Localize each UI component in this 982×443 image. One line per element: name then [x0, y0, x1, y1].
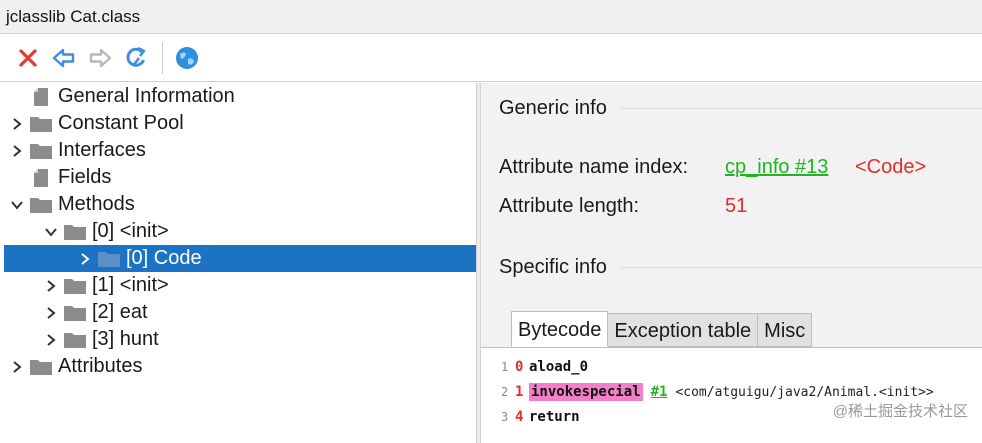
tree-item-1-init[interactable]: [1] <init> [0, 272, 476, 299]
chevron-down-icon[interactable] [6, 191, 28, 218]
chevron-right-icon[interactable] [40, 272, 62, 299]
chevron-right-icon[interactable] [40, 299, 62, 326]
method-reference-comment: <com/atguigu/java2/Animal.<init>> [675, 384, 934, 400]
arrow-left-icon [52, 48, 75, 67]
bytecode-line: 1 0 aload_0 [501, 355, 588, 379]
specific-info-tabs: Bytecode Exception table Misc [511, 311, 813, 347]
folder-icon [28, 110, 54, 137]
close-x-icon [19, 48, 37, 67]
tree-item-label: Interfaces [58, 139, 146, 161]
bytecode-offset: 1 [515, 384, 524, 400]
generic-info-divider [621, 108, 982, 109]
constant-pool-link[interactable]: #1 [651, 384, 668, 400]
tree-item-general-information[interactable]: General Information [0, 83, 476, 110]
specific-info-title: Specific info [499, 256, 607, 278]
attribute-name-index-link[interactable]: cp_info #13 [725, 156, 828, 179]
tree-item-0-code[interactable]: [0] Code [4, 245, 476, 272]
toolbar [0, 34, 982, 82]
tab-bytecode[interactable]: Bytecode [511, 311, 609, 347]
back-button[interactable] [46, 38, 82, 78]
bytecode-offset: 4 [515, 409, 524, 425]
tree-item-fields[interactable]: Fields [0, 164, 476, 191]
refresh-icon [126, 46, 146, 67]
attribute-name-index-label: Attribute name index: [499, 156, 688, 178]
tree-item-label: [3] hunt [92, 328, 159, 350]
tree-item-3-hunt[interactable]: [3] hunt [0, 326, 476, 353]
folder-icon [96, 245, 122, 272]
line-number: 3 [501, 410, 509, 424]
globe-icon [176, 46, 198, 69]
folder-icon [28, 191, 54, 218]
tree-item-attributes[interactable]: Attributes [0, 353, 476, 380]
folder-icon [62, 326, 88, 353]
chevron-right-icon[interactable] [6, 137, 28, 164]
reload-button[interactable] [118, 38, 154, 78]
close-button[interactable] [10, 38, 46, 78]
watermark: @稀土掘金技术社区 [832, 403, 968, 420]
detail-panel: Generic info Attribute name index: cp_in… [481, 83, 982, 443]
tree-item-label: [0] Code [126, 247, 202, 269]
tree-item-2-eat[interactable]: [2] eat [0, 299, 476, 326]
line-number: 2 [501, 385, 509, 399]
bytecode-offset: 0 [515, 359, 524, 375]
tree-item-label: Constant Pool [58, 112, 184, 134]
folder-icon [62, 218, 88, 245]
forward-button[interactable] [82, 38, 118, 78]
tree-item-0-init[interactable]: [0] <init> [0, 218, 476, 245]
chevron-right-icon[interactable] [6, 353, 28, 380]
bytecode-line: 3 4 return [501, 405, 580, 429]
tab-misc[interactable]: Misc [758, 313, 813, 347]
window-title: jclasslib Cat.class [0, 0, 982, 34]
line-number: 1 [501, 360, 509, 374]
tree-item-label: Fields [58, 166, 112, 188]
tree-item-label: [2] eat [92, 301, 148, 323]
document-icon [28, 164, 54, 191]
chevron-right-icon[interactable] [74, 245, 96, 272]
no-expander [6, 164, 28, 191]
folder-icon [28, 353, 54, 380]
folder-icon [62, 299, 88, 326]
bytecode-view: 1 0 aload_0 2 1 invokespecial #1 <com/at… [481, 347, 982, 443]
folder-icon [62, 272, 88, 299]
toolbar-separator [162, 41, 163, 74]
chevron-right-icon[interactable] [6, 110, 28, 137]
no-expander [6, 83, 28, 110]
browser-button[interactable] [169, 38, 205, 78]
tree-item-label: [0] <init> [92, 220, 169, 242]
tree-item-label: [1] <init> [92, 274, 169, 296]
tree-item-label: General Information [58, 85, 235, 107]
document-icon [28, 83, 54, 110]
tree-item-label: Attributes [58, 355, 143, 377]
folder-icon [28, 137, 54, 164]
tab-exception-table[interactable]: Exception table [608, 313, 759, 347]
tree-item-constant-pool[interactable]: Constant Pool [0, 110, 476, 137]
attribute-name-index-value: <Code> [855, 156, 927, 178]
class-structure-tree: General Information Constant Pool Interfac… [0, 83, 476, 443]
chevron-down-icon[interactable] [40, 218, 62, 245]
arrow-right-icon [89, 48, 112, 67]
opcode: return [529, 409, 580, 425]
attribute-length-value: 51 [725, 195, 748, 217]
opcode: aload_0 [529, 359, 589, 375]
tree-item-interfaces[interactable]: Interfaces [0, 137, 476, 164]
tree-item-methods[interactable]: Methods [0, 191, 476, 218]
generic-info-title: Generic info [499, 97, 607, 119]
opcode-highlighted: invokespecial [529, 383, 643, 401]
attribute-length-label: Attribute length: [499, 195, 640, 217]
specific-info-divider [621, 267, 982, 268]
chevron-right-icon[interactable] [40, 326, 62, 353]
tree-item-label: Methods [58, 193, 135, 215]
